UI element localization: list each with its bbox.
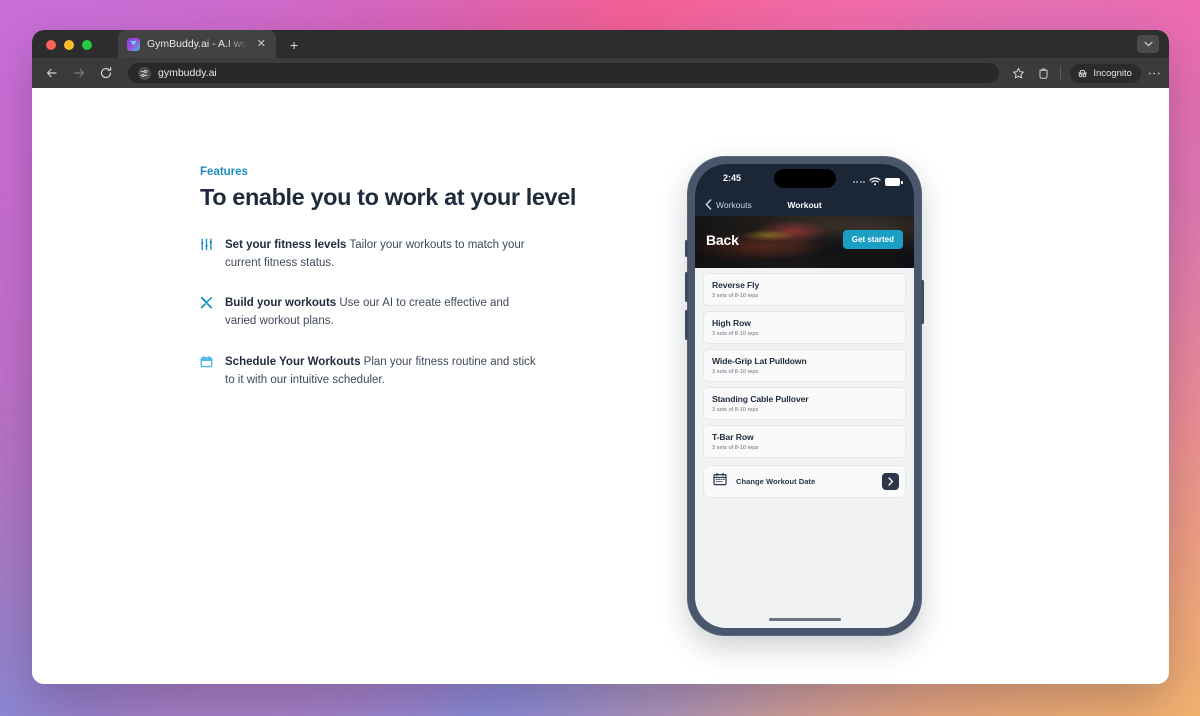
phone-status-bar: 2:45	[695, 164, 914, 194]
close-tab-icon[interactable]: ✕	[255, 37, 268, 52]
window-chevron-down-icon[interactable]	[1137, 35, 1159, 53]
change-workout-date-row[interactable]: Change Workout Date	[703, 465, 906, 498]
browser-toolbar: gymbuddy.ai Incognito ⋮	[32, 58, 1169, 88]
dynamic-island	[773, 169, 836, 188]
close-window-button[interactable]	[46, 40, 56, 50]
status-time: 2:45	[723, 173, 742, 183]
list-item[interactable]: Standing Cable Pullover 3 sets of 8-10 r…	[703, 387, 906, 420]
chevron-left-icon	[705, 198, 712, 212]
exercise-list: Reverse Fly 3 sets of 8-10 reps High Row…	[695, 268, 914, 498]
exercise-name: Standing Cable Pullover	[712, 394, 809, 404]
exercise-detail: 3 sets of 8-10 reps	[712, 293, 759, 299]
page-title: To enable you to work at your level	[200, 184, 577, 210]
navbar-back-button[interactable]: Workouts	[705, 198, 752, 212]
browser-titlebar: GymBuddy.ai - A.I workout pl ✕ +	[32, 30, 1169, 58]
phone-mute-button[interactable]	[685, 240, 688, 257]
phone-power-button[interactable]	[921, 280, 924, 324]
window-traffic-lights	[46, 40, 92, 50]
change-workout-date-label: Change Workout Date	[736, 477, 816, 486]
navbar-back-label: Workouts	[716, 200, 752, 210]
list-item[interactable]: Wide-Grip Lat Pulldown 3 sets of 8-10 re…	[703, 349, 906, 382]
feature-list: Set your fitness levels Tailor your work…	[200, 236, 540, 389]
section-eyebrow: Features	[200, 166, 248, 178]
incognito-indicator[interactable]: Incognito	[1070, 63, 1141, 83]
feature-text: Build your workouts Use our AI to create…	[225, 294, 540, 330]
toolbar-right-actions: Incognito ⋮	[1010, 63, 1162, 83]
tune-icon[interactable]	[138, 66, 151, 80]
phone-volume-up-button[interactable]	[685, 272, 688, 302]
phone-screen: 2:45 Workouts Workout Back Get started R…	[695, 164, 914, 628]
status-indicators	[852, 173, 903, 191]
address-bar[interactable]: gymbuddy.ai	[128, 63, 1000, 83]
workout-hero: Back Get started	[695, 216, 914, 268]
feature-text: Set your fitness levels Tailor your work…	[225, 236, 540, 272]
page-viewport: Features To enable you to work at your l…	[32, 88, 1169, 684]
exercise-detail: 3 sets of 8-10 reps	[712, 369, 759, 375]
forward-arrow-icon[interactable]	[71, 65, 87, 81]
incognito-icon	[1077, 68, 1088, 79]
battery-icon	[885, 178, 903, 186]
new-tab-button[interactable]: +	[290, 38, 298, 52]
calendar-icon	[713, 472, 727, 491]
hero-title: Back	[706, 232, 739, 248]
gymbuddy-favicon-icon	[127, 37, 140, 51]
browser-tab[interactable]: GymBuddy.ai - A.I workout pl ✕	[118, 30, 276, 58]
feature-item: Build your workouts Use our AI to create…	[200, 294, 540, 330]
feature-item: Set your fitness levels Tailor your work…	[200, 236, 540, 272]
list-item[interactable]: High Row 3 sets of 8-10 reps	[703, 311, 906, 344]
tools-icon	[200, 294, 214, 330]
exercise-detail: 3 sets of 8-10 reps	[712, 331, 759, 337]
navbar-title: Workout	[787, 200, 822, 210]
phone-mockup: 2:45 Workouts Workout Back Get started R…	[685, 156, 924, 636]
get-started-button[interactable]: Get started	[842, 230, 903, 249]
wifi-icon	[869, 173, 881, 191]
feature-text: Schedule Your Workouts Plan your fitness…	[225, 353, 540, 389]
tab-strip: GymBuddy.ai - A.I workout pl ✕ +	[118, 30, 298, 58]
phone-volume-down-button[interactable]	[685, 310, 688, 340]
kebab-menu-icon[interactable]: ⋮	[1147, 67, 1162, 80]
toolbar-divider	[1060, 66, 1062, 80]
back-arrow-icon[interactable]	[44, 65, 60, 81]
cellular-dots-icon	[852, 181, 865, 183]
list-item[interactable]: T-Bar Row 3 sets of 8-10 reps	[703, 425, 906, 458]
extensions-icon[interactable]	[1035, 65, 1051, 81]
browser-window: GymBuddy.ai - A.I workout pl ✕ + gymbudd…	[32, 30, 1169, 684]
reload-icon[interactable]	[98, 65, 114, 81]
phone-navbar: Workouts Workout	[695, 194, 914, 216]
chevron-right-icon-button[interactable]	[882, 473, 899, 490]
exercise-name: High Row	[712, 318, 751, 328]
exercise-detail: 3 sets of 8-10 reps	[712, 445, 759, 451]
phone-home-indicator	[768, 618, 841, 621]
sliders-icon	[200, 236, 214, 272]
calendar-icon	[200, 353, 214, 389]
list-item[interactable]: Reverse Fly 3 sets of 8-10 reps	[703, 273, 906, 306]
minimize-window-button[interactable]	[64, 40, 74, 50]
star-icon[interactable]	[1010, 65, 1026, 81]
incognito-label: Incognito	[1093, 67, 1132, 79]
feature-item: Schedule Your Workouts Plan your fitness…	[200, 353, 540, 389]
tab-title: GymBuddy.ai - A.I workout pl	[147, 38, 248, 50]
exercise-detail: 3 sets of 8-10 reps	[712, 407, 759, 413]
feature-title: Set your fitness levels	[225, 239, 347, 251]
feature-title: Schedule Your Workouts	[225, 355, 361, 368]
exercise-name: T-Bar Row	[712, 432, 754, 442]
feature-title: Build your workouts	[225, 297, 337, 310]
maximize-window-button[interactable]	[82, 40, 92, 50]
exercise-name: Wide-Grip Lat Pulldown	[712, 356, 807, 366]
url-text[interactable]: gymbuddy.ai	[158, 67, 217, 79]
exercise-name: Reverse Fly	[712, 280, 760, 290]
